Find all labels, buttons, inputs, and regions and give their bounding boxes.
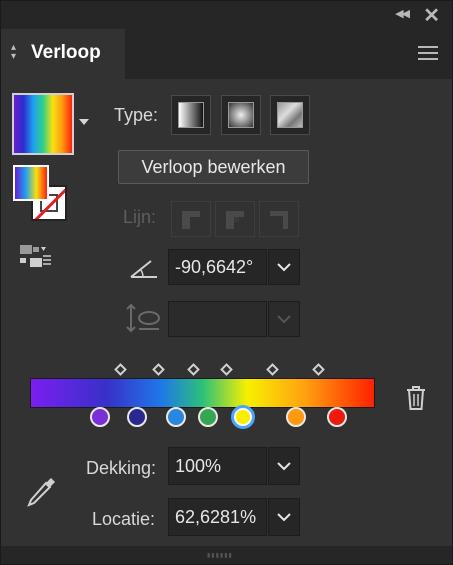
panel-top-bar: ◀◀ ✕ [1, 1, 452, 29]
trash-icon[interactable] [405, 385, 427, 416]
gradient-midpoint[interactable] [152, 363, 165, 376]
resize-bar[interactable]: ▮▮▮▮▮▮ [1, 546, 452, 564]
opacity-dropdown-button[interactable] [268, 447, 300, 485]
gradient-stop[interactable] [286, 407, 306, 427]
gradient-midpoint[interactable] [187, 363, 200, 376]
location-dropdown-button[interactable] [268, 498, 300, 536]
gradient-midpoint[interactable] [312, 363, 325, 376]
stroke-gradient-along-button[interactable] [215, 201, 255, 237]
linear-gradient-button[interactable] [171, 95, 211, 135]
gradient-stop[interactable] [327, 407, 347, 427]
angle-icon [129, 257, 159, 284]
gradient-stop[interactable] [90, 407, 110, 427]
gradient-stop[interactable] [166, 407, 186, 427]
freeform-gradient-icon [277, 102, 303, 128]
chevron-down-icon[interactable] [79, 119, 89, 125]
angle-field[interactable]: -90,6642° [168, 249, 267, 285]
opacity-field[interactable]: 100% [168, 447, 267, 485]
aspect-ratio-icon [125, 303, 161, 338]
type-label: Type: [114, 105, 159, 125]
tab-row: ▴ ▾ Verloop [1, 29, 452, 79]
gradient-stop[interactable] [127, 407, 147, 427]
chevron-down-icon [277, 314, 291, 323]
stroke-label: Lijn: [123, 207, 157, 227]
stroke-along-icon [226, 211, 244, 229]
tab-verloop[interactable]: ▴ ▾ Verloop [1, 29, 125, 79]
linear-gradient-icon [178, 102, 204, 128]
angle-dropdown-button[interactable] [268, 249, 300, 285]
fill-swatch[interactable] [13, 165, 49, 201]
stroke-gradient-across-button[interactable] [259, 201, 299, 237]
location-field[interactable]: 62,6281% [168, 498, 267, 536]
freeform-gradient-button[interactable] [270, 95, 310, 135]
tab-title: Verloop [31, 42, 101, 63]
grip-icon[interactable]: ▮▮▮▮▮▮ [207, 552, 233, 559]
aspect-ratio-field [168, 301, 267, 337]
gradient-midpoint[interactable] [220, 363, 233, 376]
radial-gradient-icon [228, 102, 254, 128]
radial-gradient-button[interactable] [221, 95, 261, 135]
aspect-dropdown-button [268, 301, 300, 337]
eyedropper-icon[interactable] [25, 475, 57, 516]
gradient-midpoint[interactable] [266, 363, 279, 376]
gradient-slider[interactable] [30, 378, 375, 408]
gradient-panel: ◀◀ ✕ ▴ ▾ Verloop Type: Verloop bewerken L… [0, 0, 453, 565]
gradient-swatch[interactable] [12, 93, 74, 155]
gradient-stop-selected[interactable] [231, 405, 255, 429]
chevron-down-icon [277, 461, 291, 470]
chevron-down-icon [277, 262, 291, 271]
hamburger-menu-icon[interactable] [418, 46, 438, 64]
close-icon[interactable]: ✕ [423, 3, 440, 28]
stroke-across-icon [270, 211, 288, 229]
location-label: Locatie: [92, 509, 156, 529]
stroke-within-icon [182, 211, 200, 229]
gradient-midpoint[interactable] [114, 363, 127, 376]
opacity-label: Dekking: [86, 458, 157, 478]
stroke-gradient-within-button[interactable] [171, 201, 211, 237]
swap-fill-stroke-icon[interactable] [19, 243, 53, 278]
updown-arrows-icon[interactable]: ▴ ▾ [11, 43, 16, 62]
gradient-stop[interactable] [198, 407, 218, 427]
double-chevron-left-icon[interactable]: ◀◀ [395, 7, 410, 20]
chevron-down-icon [277, 512, 291, 521]
edit-gradient-button[interactable]: Verloop bewerken [118, 150, 309, 184]
